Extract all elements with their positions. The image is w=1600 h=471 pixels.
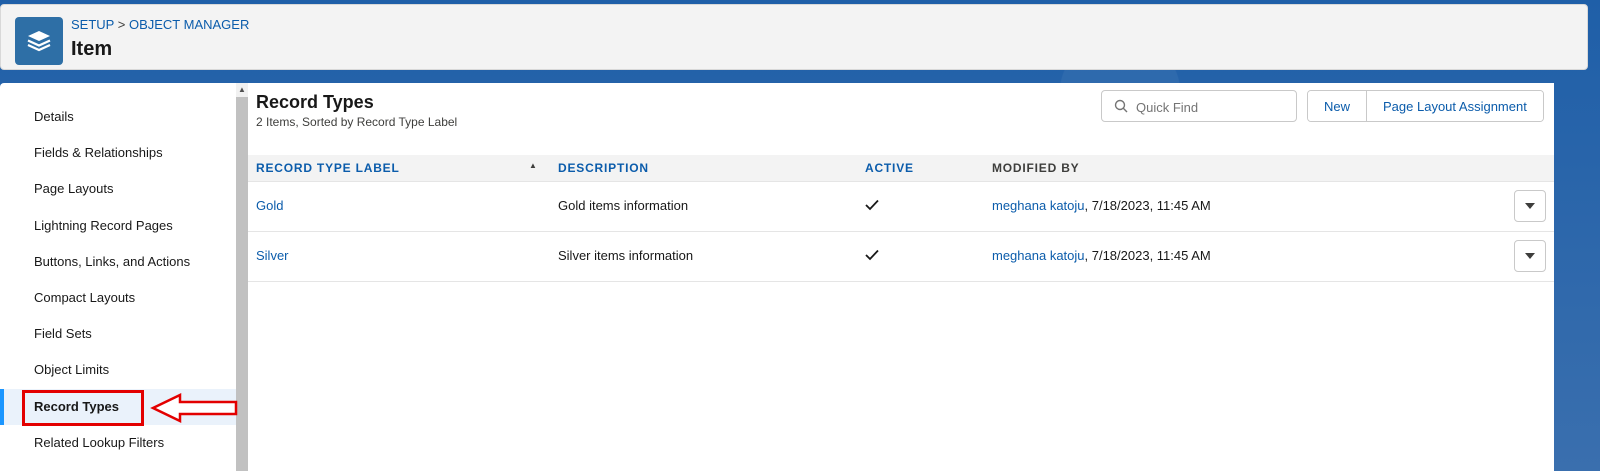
sidebar-item-fields-relationships[interactable]: Fields & Relationships [0,135,236,171]
scroll-up-arrow-icon[interactable]: ▲ [236,83,248,97]
page-title: Item [71,38,113,60]
list-title: Record Types [256,92,374,112]
header-button-group: New Page Layout Assignment [1307,90,1544,122]
row-actions-button[interactable] [1514,190,1546,222]
checkmark-icon [865,199,879,211]
record-type-link[interactable]: Gold [256,181,283,231]
sidebar-item-object-limits[interactable]: Object Limits [0,352,236,388]
breadcrumb-object-manager-link[interactable]: OBJECT MANAGER [129,17,249,32]
sidebar-item-details[interactable]: Details [0,99,236,135]
description-cell: Gold items information [558,198,689,213]
sidebar-item-field-sets[interactable]: Field Sets [0,316,236,352]
page-layout-assignment-button[interactable]: Page Layout Assignment [1366,91,1543,121]
breadcrumb: SETUP > OBJECT MANAGER [71,17,249,32]
new-button[interactable]: New [1308,91,1367,121]
sidebar-item-page-layouts[interactable]: Page Layouts [0,171,236,207]
modified-by-cell: meghana katoju, 7/18/2023, 11:45 AM [992,181,1211,231]
sort-ascending-icon[interactable]: ▲ [529,161,537,170]
column-header-modified-by: MODIFIED BY [992,161,1080,175]
table-header: RECORD TYPE LABEL ▲ DESCRIPTION ACTIVE M… [248,155,1554,182]
breadcrumb-separator: > [117,17,126,32]
layers-icon [15,17,63,65]
object-header: SETUP > OBJECT MANAGER Item [0,4,1588,70]
list-subtitle: 2 Items, Sorted by Record Type Label [256,115,458,129]
breadcrumb-setup-link[interactable]: SETUP [71,17,114,32]
chevron-down-icon [1525,203,1535,209]
table-row: Gold Gold items information meghana kato… [248,181,1554,232]
sidebar-item-related-lookup-filters[interactable]: Related Lookup Filters [0,425,236,461]
chevron-down-icon [1525,253,1535,259]
sidebar-item-lightning-record-pages[interactable]: Lightning Record Pages [0,208,236,244]
sidebar-item-buttons-links-actions[interactable]: Buttons, Links, and Actions [0,244,236,280]
modified-by-cell: meghana katoju, 7/18/2023, 11:45 AM [992,231,1211,281]
main-panel: Record Types 2 Items, Sorted by Record T… [248,83,1554,471]
modified-by-user-link[interactable]: meghana katoju [992,198,1085,213]
quick-find-box[interactable] [1101,90,1297,123]
search-icon [1114,99,1128,113]
annotation-highlight-box [22,390,144,426]
column-header-description[interactable]: DESCRIPTION [558,155,649,181]
record-type-link[interactable]: Silver [256,231,289,281]
column-header-active[interactable]: ACTIVE [865,155,914,181]
column-header-record-type-label[interactable]: RECORD TYPE LABEL [256,155,400,181]
quick-find-input[interactable] [1134,91,1296,123]
sidebar-item-compact-layouts[interactable]: Compact Layouts [0,280,236,316]
modified-date: , 7/18/2023, 11:45 AM [1084,248,1211,263]
modified-date: , 7/18/2023, 11:45 AM [1084,198,1211,213]
row-actions-button[interactable] [1514,240,1546,272]
active-indicator [0,389,4,425]
checkmark-icon [865,249,879,261]
annotation-arrow-icon [150,393,238,423]
table-row: Silver Silver items information meghana … [248,231,1554,282]
description-cell: Silver items information [558,248,694,263]
modified-by-user-link[interactable]: meghana katoju [992,248,1085,263]
